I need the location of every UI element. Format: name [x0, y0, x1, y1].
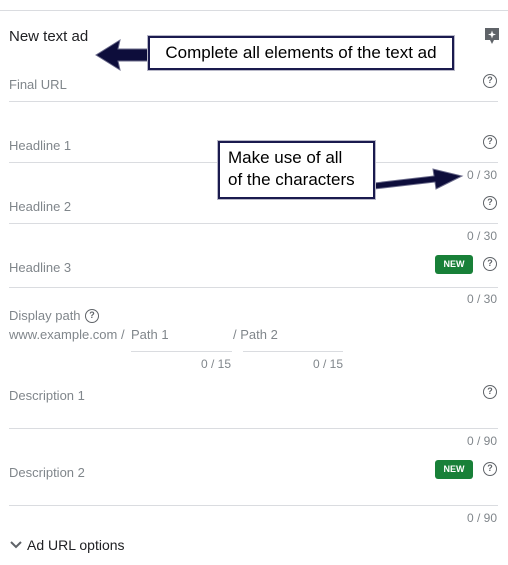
help-icon[interactable]: ? — [483, 135, 497, 149]
help-icon[interactable]: ? — [483, 196, 497, 210]
new-badge: NEW — [435, 255, 473, 274]
help-icon[interactable]: ? — [85, 309, 99, 323]
headline-1-label: Headline 1 — [9, 138, 72, 153]
callout-complete: Complete all elements of the text ad — [148, 36, 454, 70]
top-divider — [0, 10, 508, 11]
new-badge: NEW — [435, 460, 473, 479]
callout-characters-line-2: of the characters — [228, 170, 355, 189]
display-path-prefix: www.example.com / — [9, 327, 125, 342]
ad-title: New text ad — [9, 28, 89, 45]
help-icon[interactable]: ? — [483, 74, 497, 88]
headline-3-label: Headline 3 — [9, 260, 72, 275]
help-icon[interactable]: ? — [483, 385, 497, 399]
description-1-counter: 0 / 90 — [466, 434, 497, 448]
chevron-down-icon — [10, 541, 22, 549]
description-2-counter: 0 / 90 — [466, 511, 497, 525]
headline-3-input[interactable] — [9, 287, 498, 288]
path-1-counter: 0 / 15 — [200, 357, 231, 371]
callout-characters-line-1: Make use of all — [228, 148, 343, 167]
path-2-counter: 0 / 15 — [312, 357, 343, 371]
headline-3-counter: 0 / 30 — [466, 292, 497, 306]
path-1-label: Path 1 — [131, 327, 169, 342]
headline-2-label: Headline 2 — [9, 199, 72, 214]
description-2-label: Description 2 — [9, 465, 85, 480]
description-1-input[interactable] — [9, 428, 498, 429]
path-2-label: / Path 2 — [233, 327, 278, 342]
headline-2-counter: 0 / 30 — [466, 229, 497, 243]
ad-url-options-toggle[interactable]: Ad URL options — [9, 537, 125, 553]
final-url-input[interactable] — [9, 101, 498, 102]
display-path-label: Display path — [9, 308, 81, 323]
callout-characters: Make use of all of the characters — [218, 141, 375, 199]
final-url-label: Final URL — [9, 77, 67, 92]
path-2-input[interactable] — [243, 351, 343, 352]
headline-2-input[interactable] — [9, 223, 498, 224]
arrow-icon — [374, 168, 464, 190]
arrow-icon — [95, 38, 152, 72]
preview-icon[interactable] — [483, 26, 501, 46]
ad-url-options-label: Ad URL options — [27, 537, 125, 553]
help-icon[interactable]: ? — [483, 257, 497, 271]
description-1-label: Description 1 — [9, 388, 85, 403]
description-2-input[interactable] — [9, 505, 498, 506]
path-1-input[interactable] — [131, 351, 232, 352]
help-icon[interactable]: ? — [483, 462, 497, 476]
